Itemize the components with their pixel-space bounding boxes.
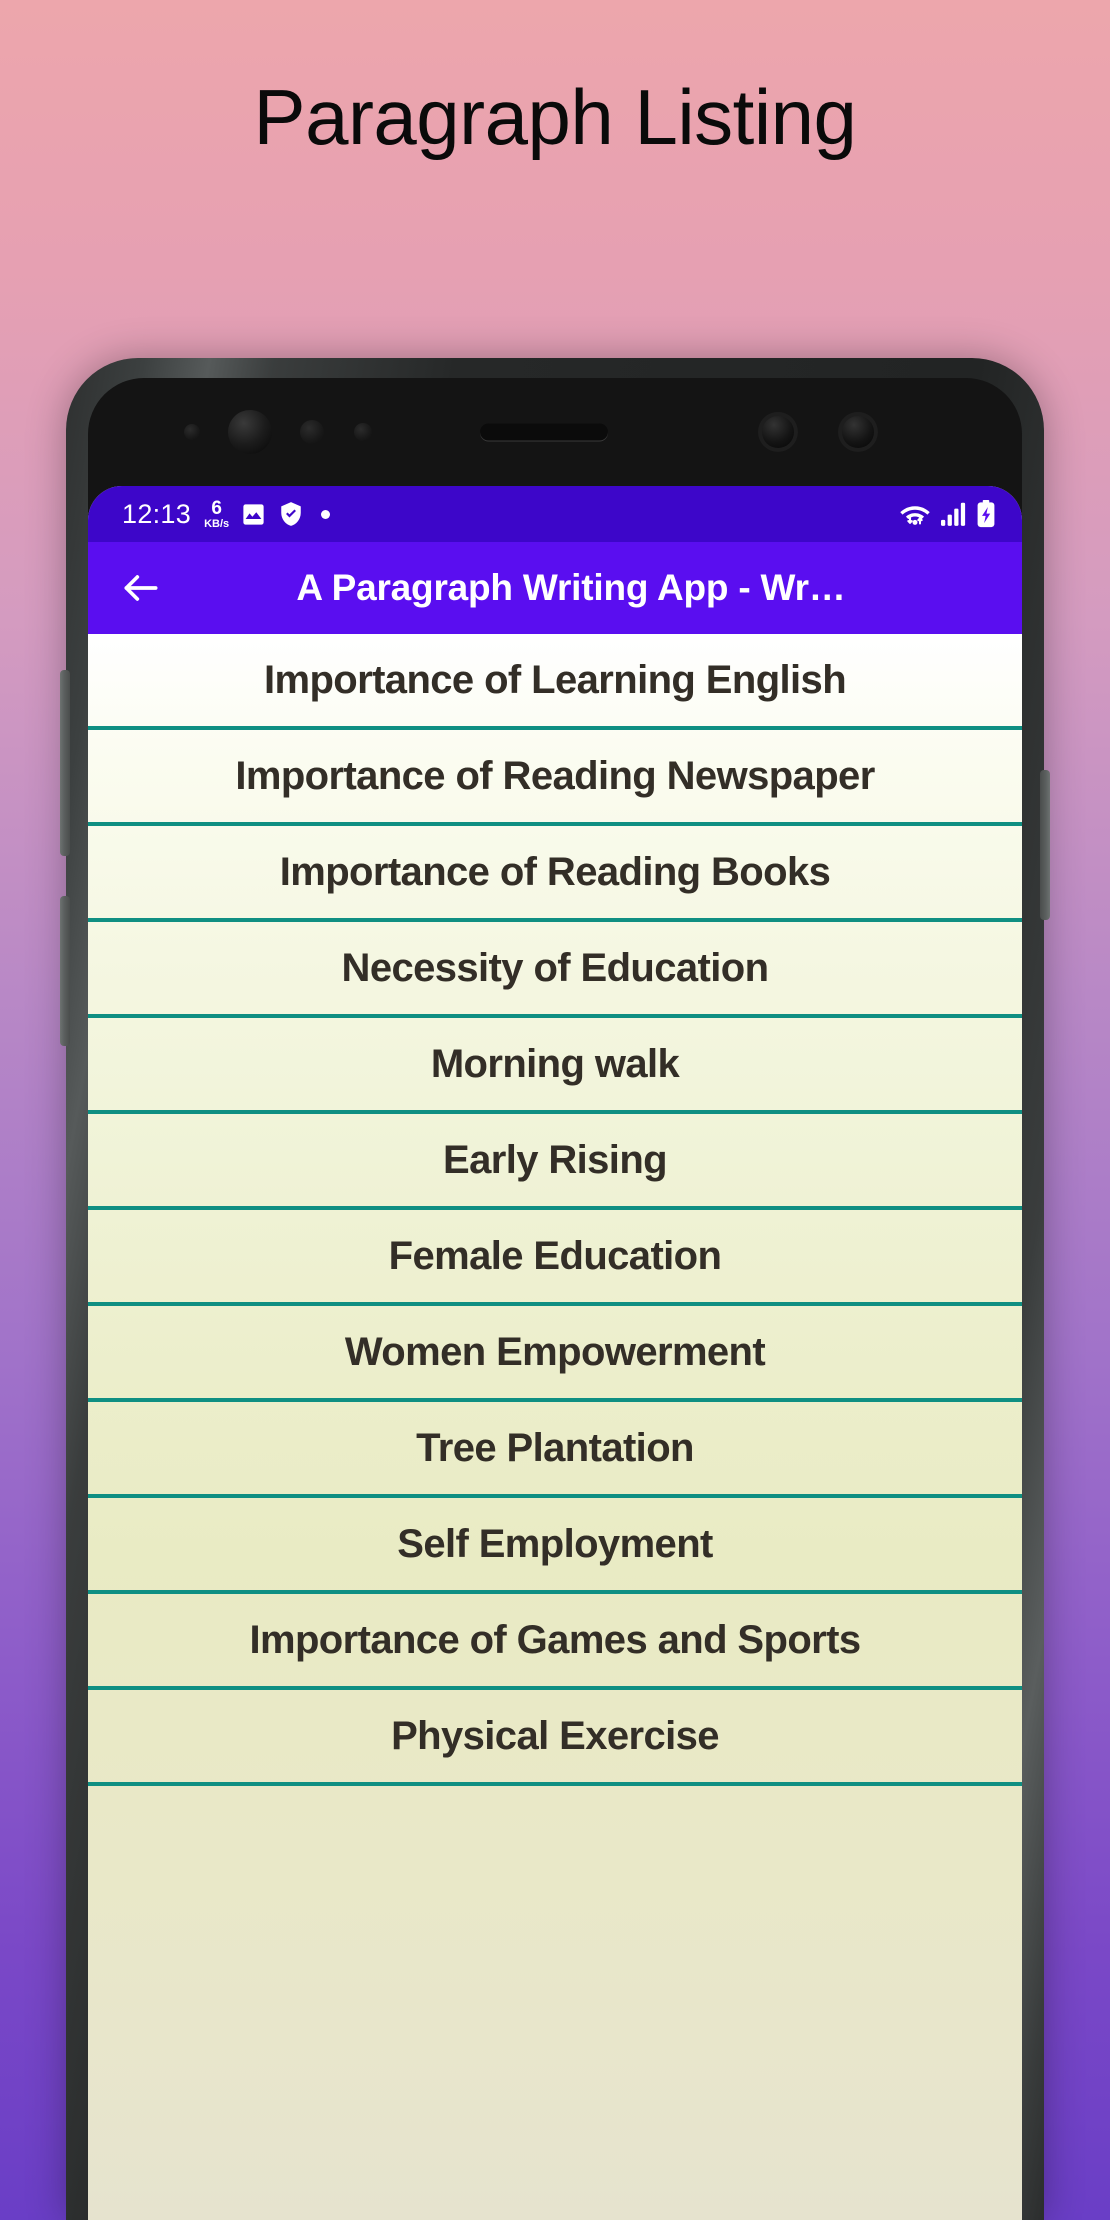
list-item[interactable]: Importance of Reading Newspaper	[88, 730, 1022, 826]
secondary-camera-icon	[758, 412, 798, 452]
earpiece-speaker-icon	[480, 423, 608, 441]
power-button[interactable]	[60, 896, 70, 1046]
network-speed-indicator: 6 KB/s	[204, 499, 229, 530]
side-key-button[interactable]	[1040, 770, 1050, 920]
status-bar-clock: 12:13	[122, 498, 192, 529]
list-item[interactable]: Female Education	[88, 1210, 1022, 1306]
sensor-dot-icon	[184, 424, 200, 440]
phone-device-mockup: 12:13 6 KB/s A Paragraph Writing App - W…	[60, 358, 1050, 2220]
list-item[interactable]: Self Employment	[88, 1498, 1022, 1594]
light-sensor-icon	[354, 423, 372, 441]
list-item[interactable]: Importance of Reading Books	[88, 826, 1022, 922]
phone-screen-bezel: 12:13 6 KB/s A Paragraph Writing App - W…	[88, 378, 1022, 2220]
status-bar-right-group	[898, 500, 996, 528]
list-empty-space	[88, 1786, 1022, 2086]
list-item[interactable]: Morning walk	[88, 1018, 1022, 1114]
list-item-label: Importance of Learning English	[263, 657, 847, 702]
tertiary-camera-icon	[838, 412, 878, 452]
battery-charging-icon	[976, 500, 996, 528]
cellular-signal-icon	[941, 502, 967, 526]
app-bar-title: A Paragraph Writing App - Wr…	[296, 567, 846, 608]
volume-rocker-button[interactable]	[60, 670, 70, 856]
wifi-icon	[898, 501, 932, 527]
list-item-label: Early Rising	[443, 1137, 668, 1182]
back-button[interactable]	[110, 557, 172, 619]
list-item-label: Importance of Reading Newspaper	[235, 753, 875, 798]
paragraph-list[interactable]: Importance of Learning English Importance…	[88, 634, 1022, 2220]
status-bar-left-group: 12:13 6 KB/s	[122, 498, 331, 530]
network-speed-unit: KB/s	[204, 517, 230, 530]
list-item[interactable]: Importance of Learning English	[88, 634, 1022, 730]
status-bar: 12:13 6 KB/s	[88, 486, 1022, 542]
list-item-label: Importance of Reading Books	[279, 849, 831, 894]
arrow-left-icon	[119, 566, 163, 610]
list-item-label: Self Employment	[397, 1521, 713, 1566]
list-item[interactable]: Early Rising	[88, 1114, 1022, 1210]
app-screen: 12:13 6 KB/s A Paragraph Writing App - W…	[88, 486, 1022, 2220]
list-item-label: Women Empowerment	[344, 1329, 766, 1374]
list-item[interactable]: Necessity of Education	[88, 922, 1022, 1018]
list-item-label: Necessity of Education	[341, 945, 770, 990]
list-item[interactable]: Tree Plantation	[88, 1402, 1022, 1498]
front-camera-icon	[228, 410, 272, 454]
list-item[interactable]: Physical Exercise	[88, 1690, 1022, 1786]
list-item-label: Physical Exercise	[391, 1713, 719, 1758]
list-item-label: Tree Plantation	[416, 1425, 694, 1470]
list-item[interactable]: Women Empowerment	[88, 1306, 1022, 1402]
proximity-sensor-icon	[300, 420, 324, 444]
app-bar: A Paragraph Writing App - Wr…	[88, 542, 1022, 634]
list-item-label: Morning walk	[430, 1041, 680, 1086]
dot-icon	[321, 509, 331, 519]
list-item-label: Importance of Games and Sports	[249, 1617, 861, 1662]
image-icon	[240, 501, 267, 528]
list-item-label: Female Education	[388, 1233, 722, 1278]
page-title: Paragraph Listing	[253, 73, 857, 161]
list-item[interactable]: Importance of Games and Sports	[88, 1594, 1022, 1690]
sensor-strip	[88, 378, 1022, 486]
shield-check-icon	[278, 501, 304, 527]
network-speed-value: 6	[211, 497, 222, 519]
